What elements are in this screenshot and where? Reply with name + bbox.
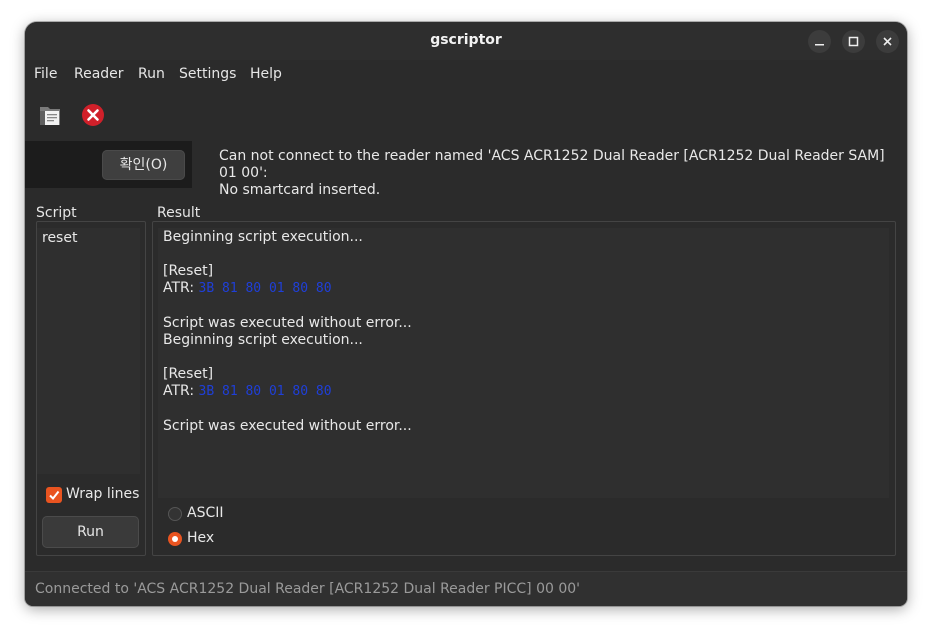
minimize-icon <box>815 44 824 46</box>
result-line: ATR: 3B 81 80 01 80 80 <box>163 280 332 296</box>
result-output[interactable]: Beginning script execution... [Reset] AT… <box>158 228 889 498</box>
wrap-lines-label[interactable]: Wrap lines <box>66 486 139 502</box>
result-label: Result <box>154 205 204 221</box>
menu-bar: File Reader Run Settings Help <box>25 60 907 88</box>
error-message-line2: No smartcard inserted. <box>219 182 381 198</box>
atr-hex: 3B 81 80 01 80 80 <box>198 281 332 296</box>
result-line: Script was executed without error... <box>163 418 412 434</box>
title-bar[interactable]: gscriptor <box>25 22 907 61</box>
maximize-button[interactable] <box>842 30 865 53</box>
status-bar: Connected to 'ACS ACR1252 Dual Reader [A… <box>25 571 907 606</box>
maximize-icon <box>848 36 859 47</box>
script-label: Script <box>33 205 80 221</box>
window-title: gscriptor <box>430 32 502 48</box>
result-line: Beginning script execution... <box>163 229 363 245</box>
menu-help[interactable]: Help <box>250 66 282 82</box>
gscriptor-window: gscriptor File Reader Run Settings Help <box>25 22 907 606</box>
checkmark-icon <box>49 490 60 501</box>
wrap-lines-checkbox[interactable] <box>46 487 62 503</box>
run-button[interactable]: Run <box>42 516 139 548</box>
menu-run[interactable]: Run <box>138 66 165 82</box>
result-line: [Reset] <box>163 366 214 382</box>
menu-settings[interactable]: Settings <box>179 66 236 82</box>
hex-radio[interactable] <box>168 532 182 546</box>
folder-document-icon <box>40 107 60 125</box>
error-message-line1: Can not connect to the reader named 'ACS… <box>219 148 885 181</box>
result-line: ATR: 3B 81 80 01 80 80 <box>163 383 332 399</box>
ascii-radio[interactable] <box>168 507 182 521</box>
close-circle-icon <box>82 104 104 126</box>
ascii-label[interactable]: ASCII <box>187 505 224 521</box>
info-bar: 확인(O) <box>25 141 192 188</box>
close-button[interactable] <box>876 30 899 53</box>
close-icon <box>883 37 892 46</box>
script-text: reset <box>42 230 78 246</box>
result-line: Beginning script execution... <box>163 332 363 348</box>
result-line: [Reset] <box>163 263 214 279</box>
ok-button[interactable]: 확인(O) <box>102 150 185 180</box>
hex-label[interactable]: Hex <box>187 530 214 546</box>
open-script-button[interactable] <box>38 102 64 128</box>
atr-hex: 3B 81 80 01 80 80 <box>198 384 332 399</box>
minimize-button[interactable] <box>808 30 831 53</box>
status-text: Connected to 'ACS ACR1252 Dual Reader [A… <box>35 581 581 597</box>
atr-label: ATR: <box>163 383 199 399</box>
stop-button[interactable] <box>80 102 106 128</box>
script-editor[interactable]: reset <box>37 228 140 474</box>
error-message: Can not connect to the reader named 'ACS… <box>219 148 899 199</box>
menu-file[interactable]: File <box>34 66 57 82</box>
toolbar <box>25 90 907 138</box>
result-line: Script was executed without error... <box>163 315 412 331</box>
menu-reader[interactable]: Reader <box>74 66 124 82</box>
atr-label: ATR: <box>163 280 199 296</box>
